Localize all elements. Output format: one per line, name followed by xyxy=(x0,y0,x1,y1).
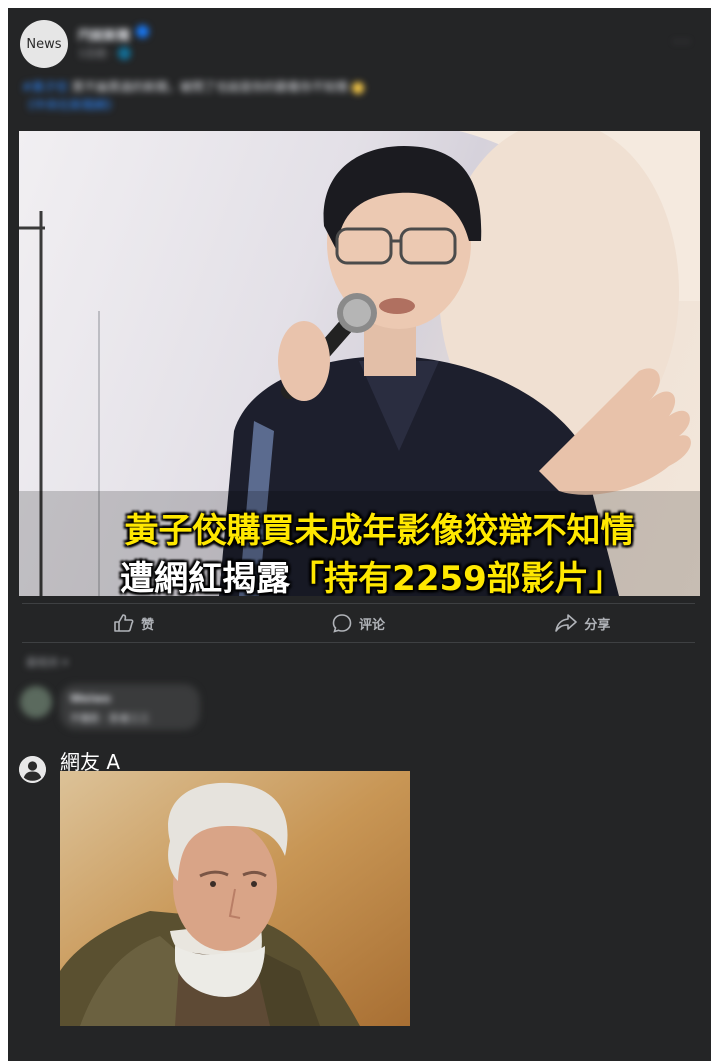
comment-photo[interactable] xyxy=(60,771,410,1026)
commenter-name[interactable]: Weiwo xyxy=(70,692,111,705)
person-icon xyxy=(19,756,46,783)
divider-top xyxy=(22,603,695,604)
comment-button[interactable]: 评论 xyxy=(246,606,470,640)
divider-bottom xyxy=(22,642,695,643)
commenter-avatar[interactable] xyxy=(20,686,52,718)
verified-badge-icon xyxy=(136,25,149,38)
comment-filter[interactable]: 最相关 ▾ xyxy=(26,654,68,670)
thumbs-up-icon xyxy=(114,614,134,632)
photo-caption-line1: 黃子佼購買未成年影像狡辯不知情 xyxy=(124,511,635,551)
comment-label: 评论 xyxy=(358,617,385,633)
share-label: 分享 xyxy=(584,617,611,633)
page-name[interactable]: 円就新聞 xyxy=(78,25,130,44)
comment-text: 不雅影 · 影者三三 xyxy=(70,714,150,725)
emoji-icon xyxy=(351,81,364,94)
post-body: 買不論買過的新聞，被問了也說是你的觀看你不知情 xyxy=(68,80,348,94)
page-avatar-label: News xyxy=(26,36,62,52)
old-man-image xyxy=(60,771,410,1026)
caption-line2-prefix: 遭網紅揭露 xyxy=(120,559,291,596)
like-label: 赞 xyxy=(141,617,155,633)
post-link[interactable]: 《中央社新聞網》 xyxy=(22,98,118,112)
post-actions: 赞 评论 分享 xyxy=(22,606,695,640)
post-photo[interactable]: 黃子佼購買未成年影像狡辯不知情 遭網紅揭露「持有2259部影片」 xyxy=(19,131,700,596)
photo-caption-line2: 遭網紅揭露「持有2259部影片」 xyxy=(19,551,700,596)
post-meta: 1日前 · 🌐 xyxy=(78,47,132,60)
caption-line2-highlight: 「持有2259部影片」 xyxy=(290,559,623,596)
share-icon xyxy=(555,614,578,632)
more-options-button[interactable]: ··· xyxy=(673,32,691,51)
comment-icon xyxy=(332,614,352,633)
post-hashtag[interactable]: #黃子佼 xyxy=(22,80,68,94)
share-button[interactable]: 分享 xyxy=(471,606,695,640)
comment-bubble: Weiwo 不雅影 · 影者三三 xyxy=(60,684,200,730)
post-card: News 円就新聞 1日前 · 🌐 ··· #黃子佼 買不論買過的新聞，被問了也… xyxy=(8,8,711,1061)
page-name-text: 円就新聞 xyxy=(78,29,131,44)
like-button[interactable]: 赞 xyxy=(22,606,246,640)
page-avatar[interactable]: News xyxy=(20,20,68,68)
post-text: #黃子佼 買不論買過的新聞，被問了也說是你的觀看你不知情 《中央社新聞網》 xyxy=(22,78,542,114)
user-avatar-icon xyxy=(19,756,46,783)
